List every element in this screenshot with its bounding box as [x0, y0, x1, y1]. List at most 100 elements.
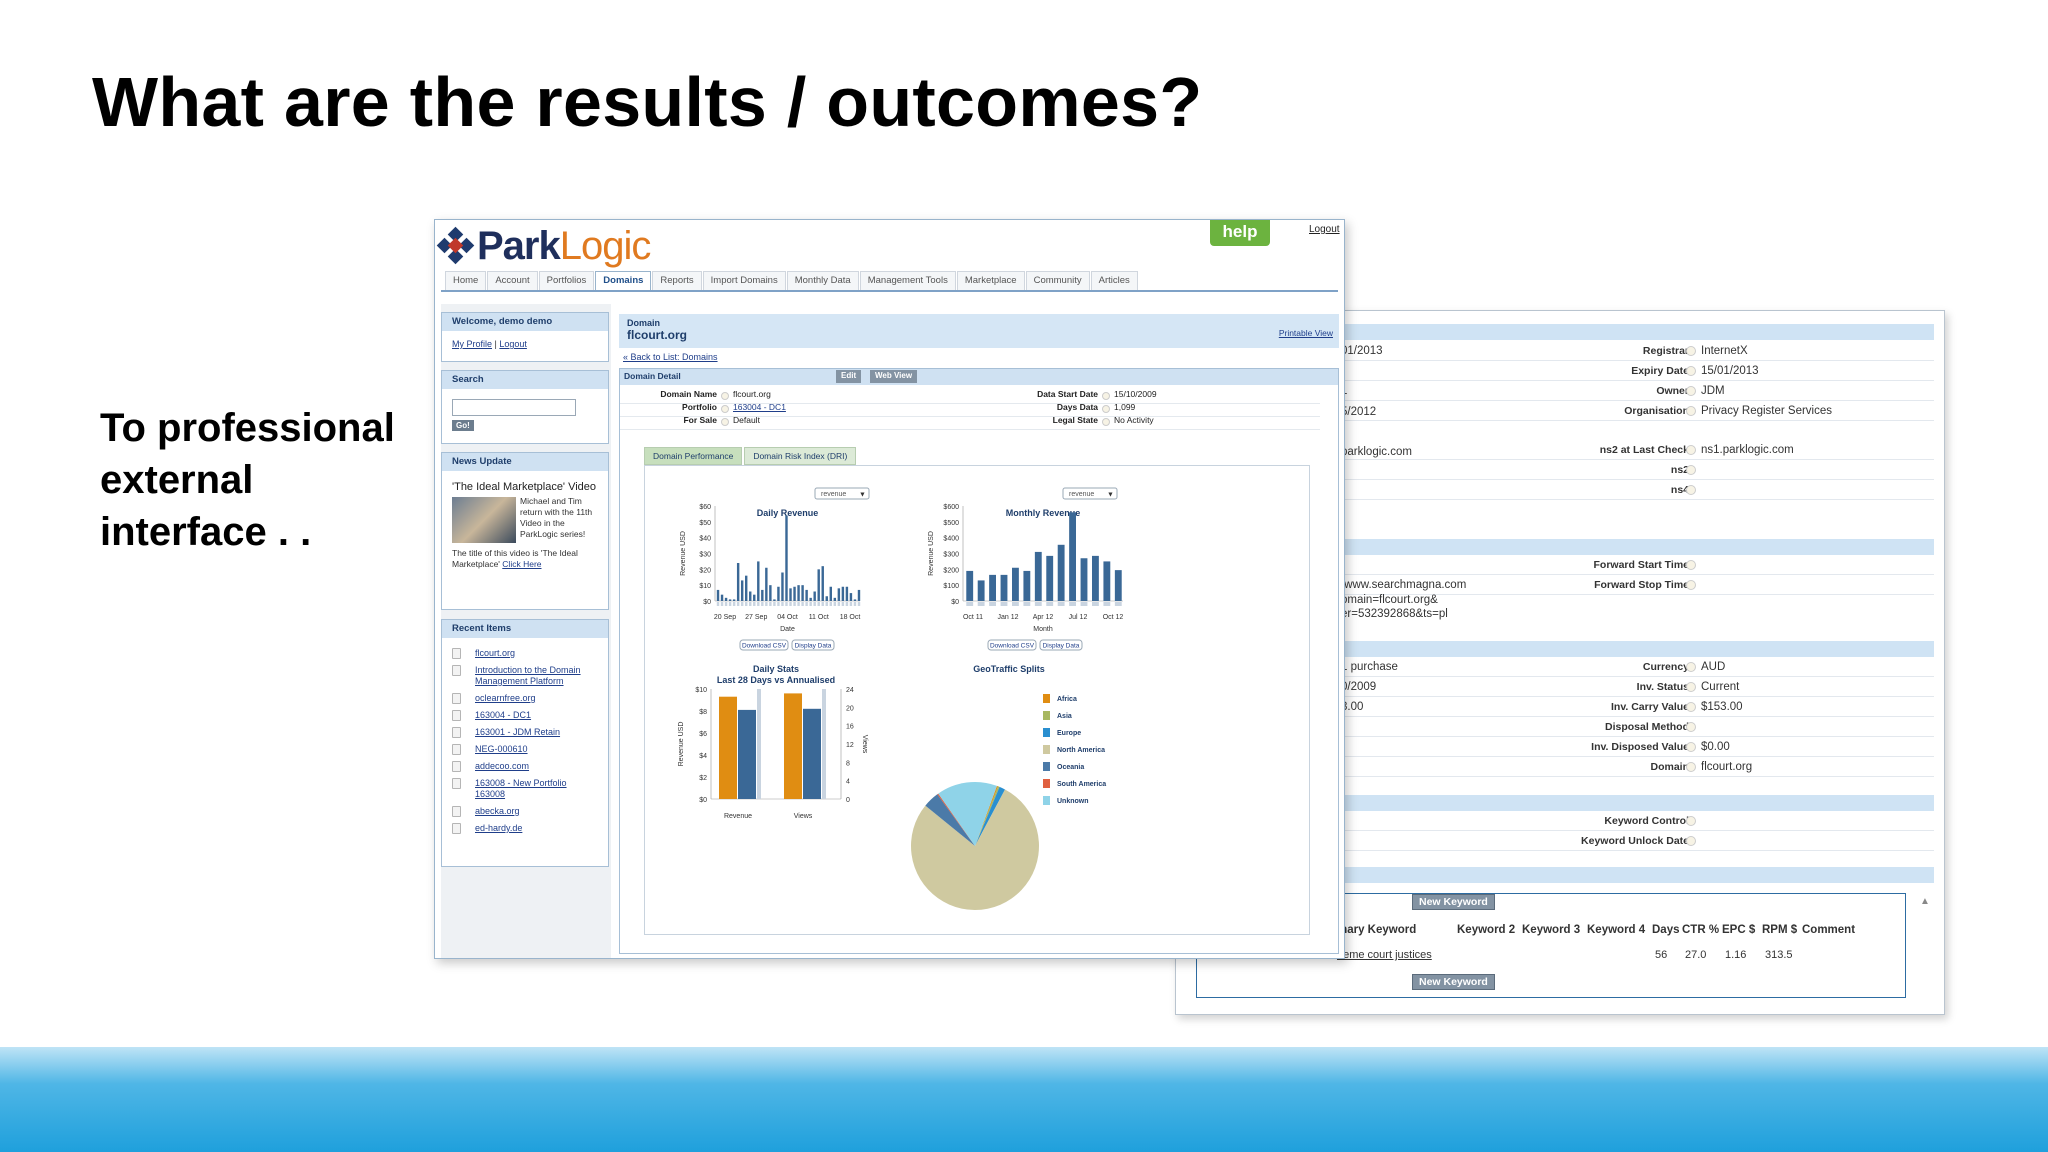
bar: [1103, 561, 1111, 601]
help-icon[interactable]: [1686, 682, 1696, 692]
help-icon[interactable]: [1686, 465, 1696, 475]
chart-title: Monthly Revenue: [1006, 508, 1081, 518]
nav-tab-domains[interactable]: Domains: [595, 271, 652, 291]
nav-tab-management-tools[interactable]: Management Tools: [859, 271, 956, 291]
recent-item-link[interactable]: ed-hardy.de: [475, 823, 522, 834]
detail-value[interactable]: 163004 - DC1: [733, 402, 786, 412]
nav-tab-account[interactable]: Account: [487, 271, 538, 291]
document-icon: [452, 744, 461, 755]
help-icon[interactable]: [1686, 346, 1696, 356]
y-tick-label: $50: [699, 520, 711, 527]
recent-item-link[interactable]: NEG-000610: [475, 744, 528, 755]
help-icon[interactable]: [1102, 418, 1110, 426]
help-icon[interactable]: [1686, 485, 1696, 495]
sidebar-logout-link[interactable]: Logout: [499, 339, 527, 349]
nav-tab-monthly-data[interactable]: Monthly Data: [786, 271, 859, 291]
bar: [761, 589, 764, 601]
tab-domain-risk-index[interactable]: Domain Risk Index (DRI): [744, 447, 857, 465]
help-icon[interactable]: [721, 405, 729, 413]
help-icon[interactable]: [721, 392, 729, 400]
help-icon[interactable]: [721, 418, 729, 426]
recent-item[interactable]: oclearnfree.org: [452, 693, 598, 704]
recent-item[interactable]: ed-hardy.de: [452, 823, 598, 834]
new-keyword-button-bottom[interactable]: New Keyword: [1412, 974, 1495, 990]
nav-tab-reports[interactable]: Reports: [652, 271, 702, 291]
recent-item[interactable]: 163008 - New Portfolio 163008: [452, 778, 598, 800]
help-icon[interactable]: [1686, 406, 1696, 416]
help-icon[interactable]: [1102, 405, 1110, 413]
back-to-list-link[interactable]: « Back to List: Domains: [623, 352, 718, 362]
help-icon[interactable]: [1102, 392, 1110, 400]
main-nav: Home Account Portfolios Domains Reports Impor…: [445, 271, 1139, 291]
y-tick-label: $300: [943, 552, 959, 559]
help-icon[interactable]: [1686, 560, 1696, 570]
legend-swatch: [1043, 779, 1050, 788]
recent-item-link[interactable]: 163001 - JDM Retain: [475, 727, 560, 738]
domain-detail-panel: Domain Detail Edit Web View Domain Name f…: [619, 368, 1339, 954]
x-tick-label: 04 Oct: [777, 614, 798, 621]
nav-tab-marketplace[interactable]: Marketplace: [956, 271, 1025, 291]
keyword-cell[interactable]: ireme court justices: [1337, 949, 1432, 961]
help-icon[interactable]: [1686, 366, 1696, 376]
recent-item-link[interactable]: abecka.org: [475, 806, 520, 817]
recent-item[interactable]: 163001 - JDM Retain: [452, 727, 598, 738]
x-tick-label: Apr 12: [1033, 614, 1054, 621]
keyword-column-header: Comment: [1802, 924, 1856, 936]
bar-shadow: [745, 602, 748, 606]
nav-tab-community[interactable]: Community: [1025, 271, 1090, 291]
bar: [716, 589, 720, 601]
bar: [849, 593, 853, 601]
search-input[interactable]: [452, 399, 576, 416]
detail-label: Data Start Date: [1037, 389, 1098, 399]
back-label: Organisation: [1624, 405, 1689, 417]
bar: [769, 585, 772, 601]
recent-item[interactable]: 163004 - DC1: [452, 710, 598, 721]
help-icon[interactable]: [1686, 580, 1696, 590]
news-video-thumbnail[interactable]: [452, 497, 516, 543]
web-view-button[interactable]: Web View: [870, 370, 918, 383]
recent-item-link[interactable]: 163008 - New Portfolio 163008: [475, 778, 598, 800]
tab-domain-performance[interactable]: Domain Performance: [644, 447, 743, 465]
help-icon[interactable]: [1686, 662, 1696, 672]
nav-tab-articles[interactable]: Articles: [1090, 271, 1138, 291]
click-here-link[interactable]: Click Here: [502, 559, 541, 569]
help-icon[interactable]: [1686, 762, 1696, 772]
nav-tab-portfolios[interactable]: Portfolios: [538, 271, 595, 291]
help-icon[interactable]: [1686, 742, 1696, 752]
recent-item-link[interactable]: addecoo.com: [475, 761, 529, 772]
nav-tab-home[interactable]: Home: [445, 271, 487, 291]
recent-item-link[interactable]: flcourt.org: [475, 648, 515, 659]
logout-link[interactable]: Logout: [1309, 224, 1340, 235]
y2-tick-label: 24: [846, 687, 854, 694]
recent-item[interactable]: flcourt.org: [452, 648, 598, 659]
help-icon[interactable]: [1686, 836, 1696, 846]
help-icon[interactable]: [1686, 386, 1696, 396]
go-button[interactable]: Go!: [452, 420, 474, 431]
help-icon[interactable]: [1686, 702, 1696, 712]
new-keyword-button[interactable]: New Keyword: [1412, 894, 1495, 910]
y-axis-label: Revenue USD: [678, 722, 685, 767]
left-sidebar: Welcome, demo demo My Profile | Logout S…: [441, 304, 611, 958]
my-profile-link[interactable]: My Profile: [452, 339, 492, 349]
recent-item-link[interactable]: 163004 - DC1: [475, 710, 531, 721]
recent-item-link[interactable]: oclearnfree.org: [475, 693, 536, 704]
bar: [821, 566, 824, 601]
printable-view-link[interactable]: Printable View: [1279, 328, 1333, 338]
slide-title: What are the results / outcomes?: [92, 63, 1203, 141]
recent-item[interactable]: NEG-000610: [452, 744, 598, 755]
nav-tab-import-domains[interactable]: Import Domains: [702, 271, 786, 291]
y-tick-label: $20: [699, 567, 711, 574]
detail-label: Domain Name: [660, 389, 717, 399]
recent-item-link[interactable]: Introduction to the Domain Management Pl…: [475, 665, 598, 687]
recent-item[interactable]: addecoo.com: [452, 761, 598, 772]
help-icon[interactable]: [1686, 445, 1696, 455]
help-button[interactable]: help: [1210, 220, 1270, 246]
scroll-up-icon[interactable]: ▲: [1920, 896, 1932, 908]
recent-item[interactable]: Introduction to the Domain Management Pl…: [452, 665, 598, 687]
bar: [829, 586, 832, 601]
edit-button[interactable]: Edit: [836, 370, 862, 383]
help-icon[interactable]: [1686, 722, 1696, 732]
help-icon[interactable]: [1686, 816, 1696, 826]
recent-item[interactable]: abecka.org: [452, 806, 598, 817]
display-data-label: Display Data: [1043, 643, 1080, 650]
